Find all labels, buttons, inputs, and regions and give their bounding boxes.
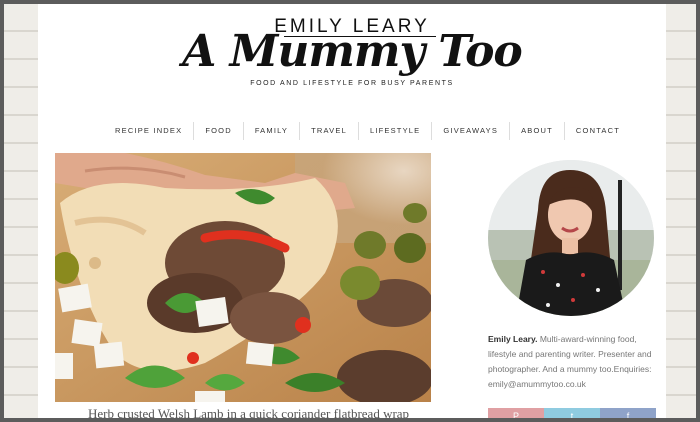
wood-background: EMILY LEARY A Mummy Too FOOD AND LIFESTY… bbox=[4, 4, 696, 418]
author-avatar[interactable] bbox=[488, 160, 654, 316]
featured-post-image[interactable] bbox=[55, 153, 431, 402]
author-bio: Emily Leary. Multi-award-winning food, l… bbox=[488, 332, 660, 392]
main-nav: RECIPE INDEX FOOD FAMILY TRAVEL LIFESTYL… bbox=[104, 122, 619, 140]
site-tagline: FOOD AND LIFESTYLE FOR BUSY PARENTS bbox=[250, 80, 454, 87]
nav-food[interactable]: FOOD bbox=[193, 122, 242, 140]
author-name: Emily Leary. bbox=[488, 334, 538, 344]
lamb-wrap-photo bbox=[55, 153, 431, 402]
page-container: EMILY LEARY A Mummy Too FOOD AND LIFESTY… bbox=[38, 4, 666, 418]
nav-contact[interactable]: CONTACT bbox=[563, 122, 631, 140]
author-photo bbox=[488, 160, 654, 316]
nav-recipe-index[interactable]: RECIPE INDEX bbox=[104, 122, 193, 140]
twitter-icon[interactable]: t bbox=[544, 408, 600, 418]
site-logo-script[interactable]: A Mummy Too bbox=[38, 26, 666, 77]
facebook-icon[interactable]: f bbox=[600, 408, 656, 418]
pinterest-icon[interactable]: P bbox=[488, 408, 544, 418]
nav-family[interactable]: FAMILY bbox=[242, 122, 299, 140]
post-caption[interactable]: Herb crusted Welsh Lamb in a quick coria… bbox=[88, 406, 448, 418]
nav-about[interactable]: ABOUT bbox=[509, 122, 564, 140]
nav-lifestyle[interactable]: LIFESTYLE bbox=[357, 122, 431, 140]
nav-giveaways[interactable]: GIVEAWAYS bbox=[431, 122, 509, 140]
nav-travel[interactable]: TRAVEL bbox=[299, 122, 358, 140]
social-links: P t f bbox=[488, 408, 656, 418]
